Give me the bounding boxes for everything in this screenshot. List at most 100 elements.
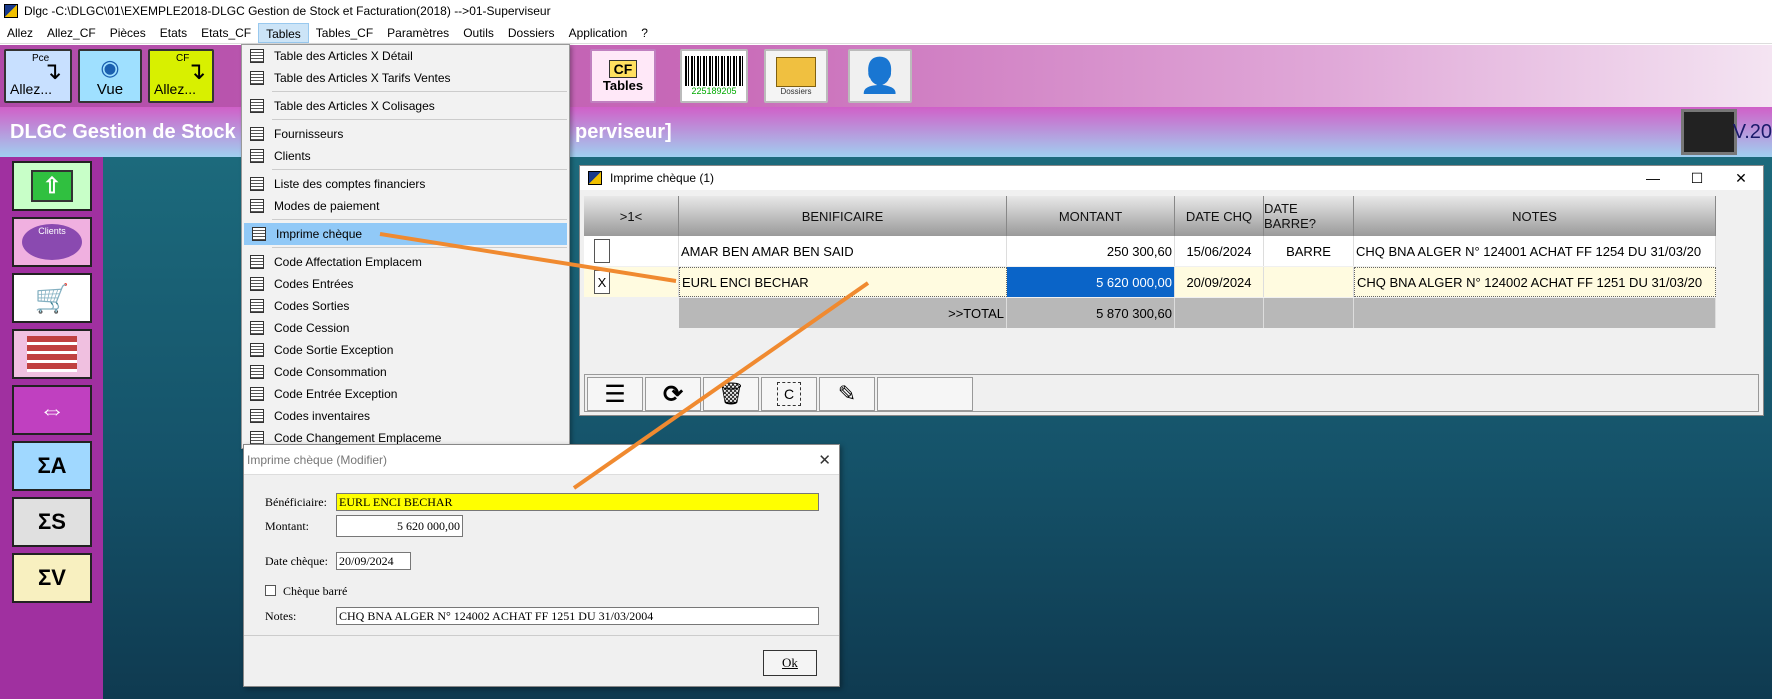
menu-item-comptes-financiers[interactable]: Liste des comptes financiers	[242, 173, 569, 195]
table-icon	[250, 299, 264, 313]
menu-etats[interactable]: Etats	[153, 23, 194, 43]
home-button[interactable]: ⇧	[12, 161, 92, 211]
table-cell[interactable]: CHQ BNA ALGER N° 124001 ACHAT FF 1254 DU…	[1354, 236, 1716, 266]
dossiers-button[interactable]: Dossiers	[764, 49, 828, 103]
sigma-v-label: ΣV	[38, 565, 66, 590]
maximize-icon[interactable]: ☐	[1675, 166, 1719, 190]
vue-button[interactable]: ◉ Vue	[78, 49, 142, 103]
notes-field[interactable]: CHQ BNA ALGER N° 124002 ACHAT FF 1251 DU…	[336, 607, 819, 625]
date-cheque-field[interactable]: 20/09/2024	[336, 552, 411, 570]
menu-item-codes-entrees[interactable]: Codes Entrées	[242, 273, 569, 295]
sigma-a-button[interactable]: ΣA	[12, 441, 92, 491]
menu-item-modes-paiement[interactable]: Modes de paiement	[242, 195, 569, 217]
menu-item-imprime-cheque[interactable]: Imprime chèque	[244, 223, 567, 245]
menu-allez[interactable]: Allez	[0, 23, 40, 43]
barcode-button[interactable]: 225189205	[680, 49, 748, 103]
tables-cf-button[interactable]: CF Tables	[590, 49, 656, 103]
menu-tables[interactable]: Tables	[258, 22, 309, 43]
supervisor-button[interactable]: 👤	[848, 49, 912, 103]
menu-item-articles-tarifs[interactable]: Table des Articles X Tarifs Ventes	[242, 67, 569, 89]
menu-application[interactable]: Application	[562, 23, 635, 43]
menu-item-articles-detail[interactable]: Table des Articles X Détail	[242, 45, 569, 67]
table-cell[interactable]	[1264, 267, 1354, 297]
inventory-button[interactable]	[12, 329, 92, 379]
menu-parametres[interactable]: Paramètres	[380, 23, 456, 43]
close-icon[interactable]: ✕	[1719, 166, 1763, 190]
menu-dossiers[interactable]: Dossiers	[501, 23, 562, 43]
col-header-select[interactable]: >1<	[584, 196, 679, 236]
menu-item-label: Table des Articles X Détail	[274, 49, 413, 63]
allez-pce-button[interactable]: Pce ↴ Allez...	[4, 49, 72, 103]
menu-pieces[interactable]: Pièces	[103, 23, 153, 43]
menu-item-label: Table des Articles X Tarifs Ventes	[274, 71, 451, 85]
sigma-v-button[interactable]: ΣV	[12, 553, 92, 603]
table-cell[interactable]: 15/06/2024	[1175, 236, 1264, 266]
menu-item-code-sortie-exception[interactable]: Code Sortie Exception	[242, 339, 569, 361]
menu-outils[interactable]: Outils	[456, 23, 501, 43]
ok-button[interactable]: Ok	[763, 650, 817, 676]
clients-label: Clients	[22, 224, 82, 260]
menu-item-label: Code Consommation	[274, 365, 387, 379]
menu-item-code-entree-exception[interactable]: Code Entrée Exception	[242, 383, 569, 405]
menu-item-fournisseurs[interactable]: Fournisseurs	[242, 123, 569, 145]
clients-button[interactable]: Clients	[12, 217, 92, 267]
menu-item-code-cession[interactable]: Code Cession	[242, 317, 569, 339]
menu-separator	[272, 91, 567, 92]
menu-item-clients[interactable]: Clients	[242, 145, 569, 167]
table-icon	[250, 99, 264, 113]
edit-icon[interactable]: ✎	[819, 377, 875, 411]
menu-icon[interactable]: ☰	[587, 377, 643, 411]
tables-cf-top: CF	[608, 59, 638, 78]
total-empty	[1264, 298, 1354, 328]
table-icon	[250, 321, 264, 335]
menu-tables-cf[interactable]: Tables_CF	[309, 23, 380, 43]
sigma-s-button[interactable]: ΣS	[12, 497, 92, 547]
menu-etats-cf[interactable]: Etats_CF	[194, 23, 258, 43]
folder-icon	[776, 56, 816, 87]
menu-bar: Allez Allez_CF Pièces Etats Etats_CF Tab…	[0, 22, 1772, 44]
allez-cf-button[interactable]: CF ↴ Allez...	[148, 49, 214, 103]
col-header-montant[interactable]: MONTANT	[1007, 196, 1175, 236]
table-cell-selected[interactable]: 5 620 000,00	[1007, 267, 1175, 297]
col-header-notes[interactable]: NOTES	[1354, 196, 1716, 236]
eye-icon: ◉	[100, 54, 120, 80]
menu-item-articles-colisages[interactable]: Table des Articles X Colisages	[242, 95, 569, 117]
benef-label: Bénéficiaire:	[265, 495, 327, 509]
benef-field[interactable]: EURL ENCI BECHAR	[336, 493, 819, 511]
table-row-select[interactable]	[584, 236, 679, 266]
menu-allez-cf[interactable]: Allez_CF	[40, 23, 103, 43]
table-cell[interactable]: CHQ BNA ALGER N° 124002 ACHAT FF 1251 DU…	[1354, 267, 1716, 297]
table-icon	[250, 387, 264, 401]
col-header-date-barre[interactable]: DATE BARRE?	[1264, 196, 1354, 236]
table-cell[interactable]: EURL ENCI BECHAR	[679, 267, 1007, 297]
empty-toolbar-button[interactable]	[877, 377, 973, 411]
menu-item-code-consommation[interactable]: Code Consommation	[242, 361, 569, 383]
grid-toolstrip: ☰ ⟳ 🗑 C ✎	[584, 374, 1759, 412]
cheque-barre-checkbox[interactable]	[265, 585, 276, 596]
menu-item-code-affectation[interactable]: Code Affectation Emplacem	[242, 251, 569, 273]
calculator-icon[interactable]: C	[761, 377, 817, 411]
col-header-date-chq[interactable]: DATE CHQ	[1175, 196, 1264, 236]
table-cell[interactable]: 250 300,60	[1007, 236, 1175, 266]
minimize-icon[interactable]: —	[1631, 166, 1675, 190]
delivery-button[interactable]: 🛒	[12, 273, 92, 323]
menu-item-label: Code Affectation Emplacem	[274, 255, 422, 269]
refresh-icon[interactable]: ⟳	[645, 377, 701, 411]
dialog-divider	[244, 635, 839, 636]
transfer-button[interactable]: ⇔	[12, 385, 92, 435]
menu-item-codes-inventaires[interactable]: Codes inventaires	[242, 405, 569, 427]
table-row-select[interactable]: X	[584, 267, 679, 297]
montant-field[interactable]: 5 620 000,00	[336, 515, 463, 537]
row-checkbox[interactable]: X	[594, 270, 610, 294]
trash-icon[interactable]: 🗑	[703, 377, 759, 411]
menu-item-codes-sorties[interactable]: Codes Sorties	[242, 295, 569, 317]
col-header-benificiaire[interactable]: BENIFICAIRE	[679, 196, 1007, 236]
total-value: 5 870 300,60	[1007, 298, 1175, 328]
table-cell[interactable]: BARRE	[1264, 236, 1354, 266]
close-icon[interactable]: ✕	[818, 451, 831, 469]
menu-help[interactable]: ?	[634, 23, 655, 43]
menu-item-label: Codes inventaires	[274, 409, 371, 423]
table-cell[interactable]: AMAR BEN AMAR BEN SAID	[679, 236, 1007, 266]
table-cell[interactable]: 20/09/2024	[1175, 267, 1264, 297]
row-checkbox[interactable]	[594, 239, 610, 263]
